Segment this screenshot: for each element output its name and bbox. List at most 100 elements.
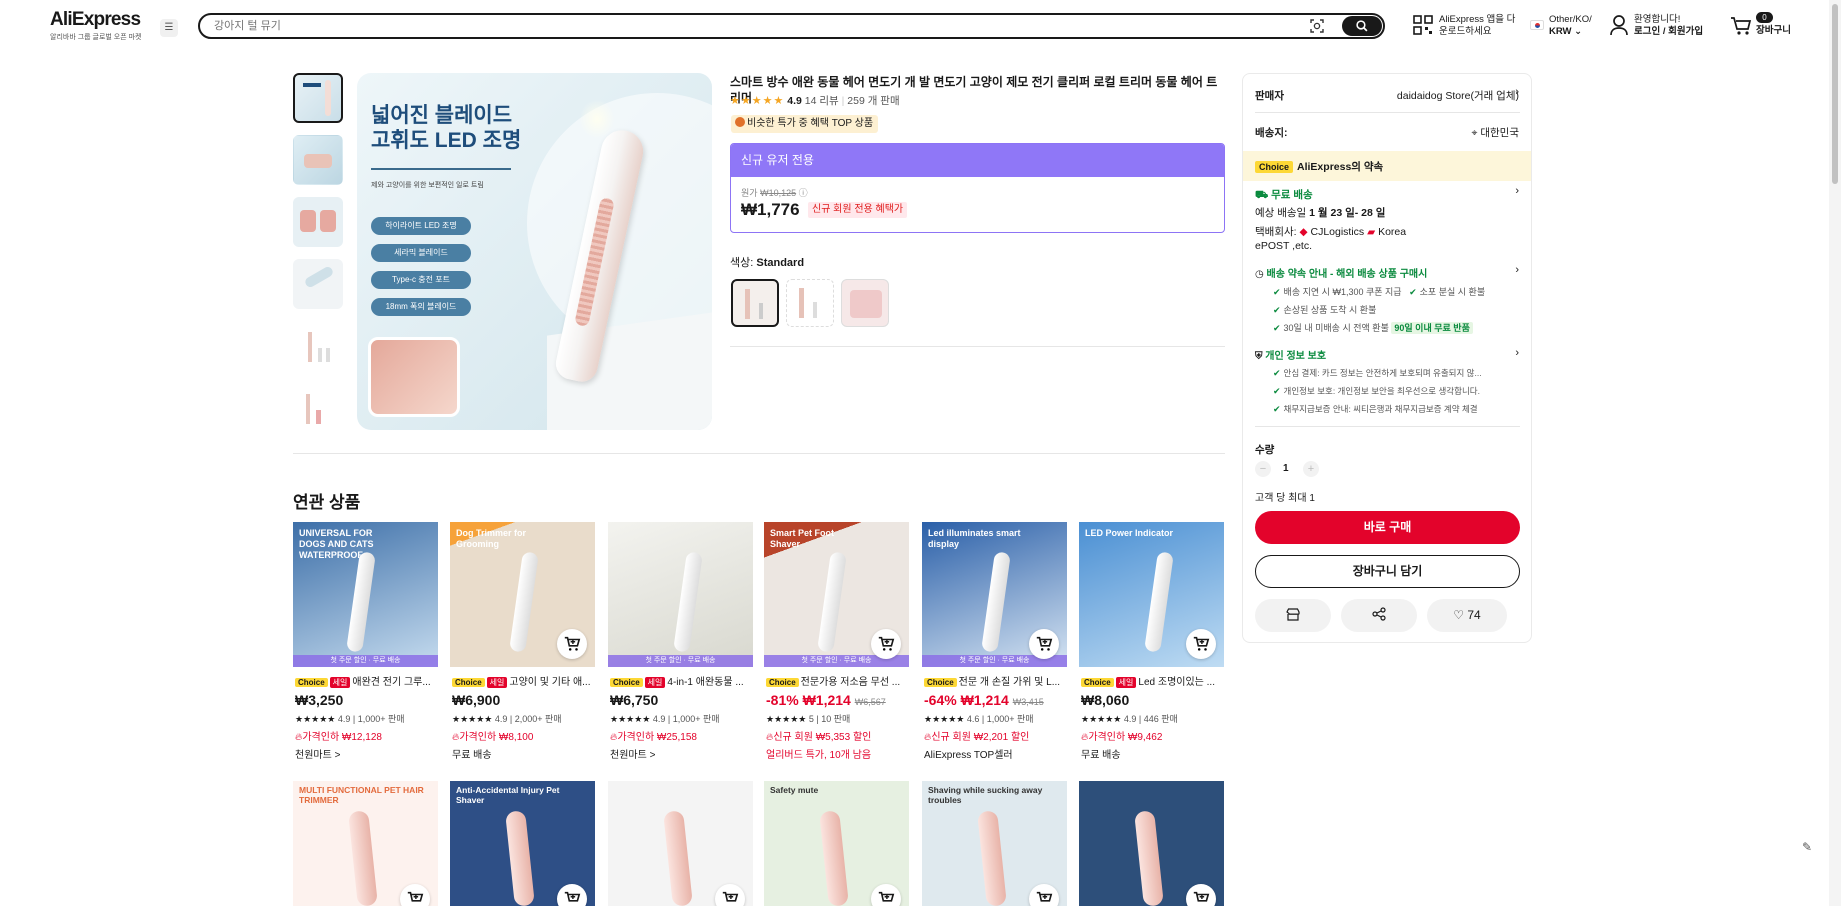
share-button[interactable] [1341,599,1417,632]
product-card[interactable]: Anti-Accidental Injury Pet Shaver [450,781,595,906]
delivery-item-1: ✔ 배송 지연 시 ₩1,300 쿠폰 지급 ✔ 소포 분실 시 환불 [1273,287,1486,297]
product-card-image[interactable]: MULTI FUNCTIONAL PET HAIR TRIMMER [293,781,438,906]
rating-stars: ★★★★★ [730,95,785,107]
product-card-name[interactable]: Choice 세일 고양이 및 기타 애... [450,673,595,688]
add-to-cart-icon[interactable] [557,884,587,906]
product-card[interactable]: 첫 주문 할인 · 무료 배송 Choice 세일 4-in-1 애완동물 ... ₩6… [608,522,753,761]
privacy-row[interactable]: ⛨ 개인 정보 보호 [1255,347,1519,362]
info-icon[interactable]: ⓘ [799,188,808,198]
add-to-cart-icon[interactable] [715,884,745,906]
search-icon [1356,20,1368,32]
product-card[interactable]: Dog Trimmer for Grooming Choice 세일 고양이 및 기타… [450,522,595,761]
add-to-cart-icon[interactable] [557,629,587,659]
color-swatch-2[interactable] [786,279,834,327]
wishlist-button[interactable]: ♡ 74 [1427,599,1507,632]
thumbnail-5[interactable] [293,321,343,371]
quantity-decrease-button[interactable]: − [1255,461,1271,477]
quantity-value[interactable]: 1 [1283,463,1289,474]
seller-row[interactable]: 판매자 daidaidog Store(거래 업체) [1255,88,1519,103]
product-card-image[interactable] [608,781,753,906]
product-card-image-title: UNIVERSAL FOR DOGS AND CATS WATERPROOF [299,528,374,560]
product-illustration [1134,810,1164,906]
side-divider [1255,112,1520,113]
product-card[interactable] [608,781,753,906]
sale-tag: 세일 [486,677,508,688]
page-scrollbar[interactable] [1829,0,1841,906]
product-card-extra: 얼리버드 특가, 10개 남음 [766,750,872,761]
epost-icon: ▰ [1367,226,1376,238]
sale-tag: 세일 [644,677,666,688]
search-input[interactable] [214,18,1294,34]
trimmer-light [579,99,615,139]
search-button[interactable] [1342,16,1382,36]
product-card-image[interactable]: Anti-Accidental Injury Pet Shaver [450,781,595,906]
truck-icon: ⛟ [1255,189,1269,201]
product-card-extra[interactable]: 천원마트 > [293,746,438,761]
color-swatch-1[interactable] [731,279,779,327]
cart-label[interactable]: 장바구니 [1756,25,1791,37]
product-card[interactable]: Shaving while sucking away troubles [922,781,1067,906]
product-card-image[interactable]: Smart Pet Foot Shaver 첫 주문 할인 · 무료 배송 [764,522,909,667]
product-card-image[interactable]: Shaving while sucking away troubles [922,781,1067,906]
region-currency-selector[interactable]: Other/KO/ KRW ⌄ [1549,14,1592,38]
product-card-name[interactable]: Choice 세일 Led 조명이있는 ... [1079,673,1224,688]
add-to-cart-icon[interactable] [871,884,901,906]
product-card-name[interactable]: Choice 세일 애완견 전기 그루... [293,673,438,688]
product-card[interactable]: Led illuminates smart display 첫 주문 할인 · 무… [922,522,1067,761]
account-link[interactable]: 환영합니다! 로그인 / 회원가입 [1634,14,1703,38]
add-to-cart-icon[interactable] [400,884,430,906]
product-illustration [819,810,849,906]
store-button[interactable] [1255,599,1331,632]
main-product-image[interactable]: 넓어진 블레이드 고휘도 LED 조명 제와 고양이를 위한 보편적인 일로 트림… [357,73,712,430]
product-card[interactable]: Smart Pet Foot Shaver 첫 주문 할인 · 무료 배송 Choi… [764,522,909,761]
free-shipping-row[interactable]: ⛟ 무료 배송 [1255,187,1519,203]
product-card-extra[interactable]: 천원마트 > [608,746,753,761]
thumbnail-2[interactable] [293,135,343,185]
thumbnail-4[interactable] [293,259,343,309]
add-to-cart-icon[interactable] [1186,884,1216,906]
ship-to-row[interactable]: 배송지: ⌖ 대한민국 [1255,125,1519,140]
aliexpress-logo[interactable]: AliExpress 알리바바 그룹 글로벌 오픈 마켓 [50,10,160,42]
product-card-image[interactable]: Led illuminates smart display 첫 주문 할인 · 무… [922,522,1067,667]
product-card-name[interactable]: Choice 세일 4-in-1 애완동물 ... [608,673,753,688]
product-card-name[interactable]: Choice 전문가용 저소음 무선 ... [764,673,909,688]
add-to-cart-icon[interactable] [871,629,901,659]
product-card[interactable]: Safety mute [764,781,909,906]
add-to-cart-icon[interactable] [1186,629,1216,659]
product-card-image[interactable]: 첫 주문 할인 · 무료 배송 [608,522,753,667]
product-card-image[interactable] [1079,781,1224,906]
image-search-icon[interactable] [1309,18,1325,34]
product-card-image[interactable]: Dog Trimmer for Grooming [450,522,595,667]
related-products-title: 연관 상품 [293,493,361,512]
product-card[interactable]: MULTI FUNCTIONAL PET HAIR TRIMMER [293,781,438,906]
welcome-text: 환영합니다! [1634,14,1681,25]
product-card[interactable]: LED Power Indicator Choice 세일 Led 조명이있는 ...… [1079,522,1224,761]
add-to-cart-button[interactable]: 장바구니 담기 [1255,555,1520,588]
add-to-cart-icon[interactable] [1029,884,1059,906]
product-card[interactable]: UNIVERSAL FOR DOGS AND CATS WATERPROOF 첫 … [293,522,438,761]
add-to-cart-icon[interactable] [1029,629,1059,659]
product-card-name[interactable]: Choice 전문 개 손질 가위 및 L... [922,673,1067,688]
qr-code-icon[interactable] [1413,15,1433,35]
color-swatch-3[interactable] [841,279,889,327]
cart-icon[interactable] [1730,16,1752,36]
product-card-image[interactable]: Safety mute [764,781,909,906]
product-card-image[interactable]: UNIVERSAL FOR DOGS AND CATS WATERPROOF 첫 … [293,522,438,667]
product-card-image[interactable]: LED Power Indicator [1079,522,1224,667]
app-download-link[interactable]: AliExpress 앱을 다 운로드하세요 [1439,14,1515,38]
menu-icon[interactable]: ☰ [160,19,178,37]
review-count-link[interactable]: 14 리뷰 [805,95,839,107]
product-card-price: -81% ₩1,214 ₩6,567 [766,692,886,708]
edit-feedback-icon[interactable]: ✎ [1802,840,1818,856]
thumbnail-1[interactable] [293,73,343,123]
scrollbar-thumb[interactable] [1832,4,1838,184]
user-icon[interactable] [1609,14,1629,36]
thumbnail-6[interactable] [293,383,343,433]
product-card[interactable] [1079,781,1224,906]
thumbnail-3[interactable] [293,197,343,247]
quantity-increase-button[interactable]: + [1303,461,1319,477]
store-icon [1286,608,1300,621]
buy-now-button[interactable]: 바로 구매 [1255,511,1520,544]
delivery-promise-row[interactable]: ◷ 배송 약속 안내 - 해외 배송 상품 구매시 [1255,265,1519,280]
ship-to-country: 대한민국 [1480,127,1519,139]
